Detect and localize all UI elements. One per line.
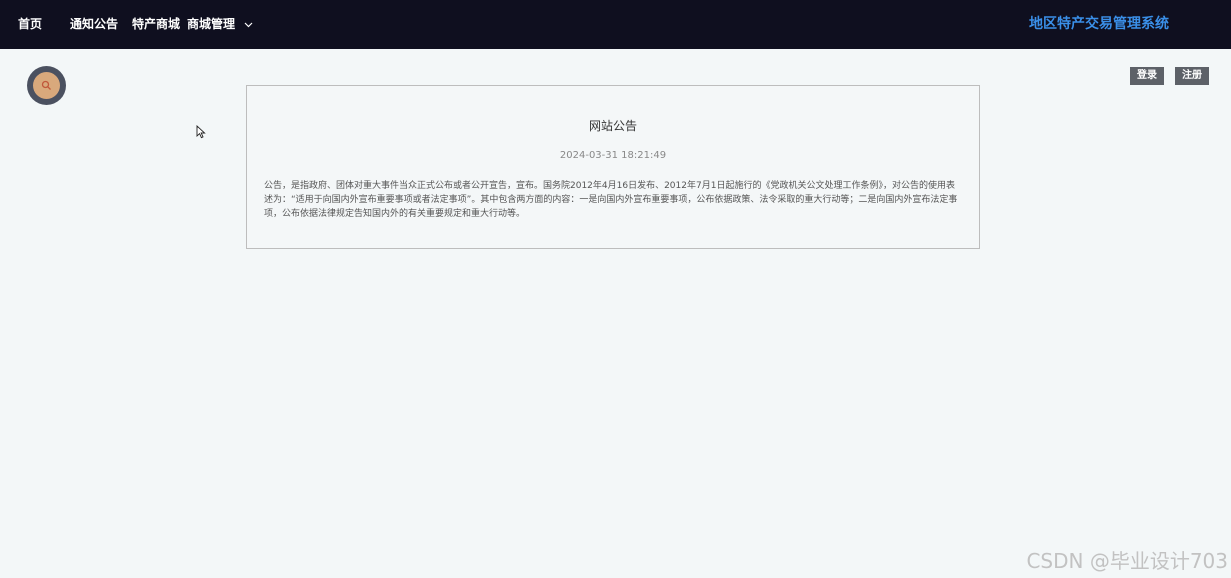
nav-mall-manage-label: 商城管理 [187,17,236,31]
top-navbar: 首页 通知公告 特产商城 商城管理 地区特产交易管理系统 [0,0,1231,49]
nav-mall-manage[interactable]: 商城管理 [187,16,253,32]
nav-mall[interactable]: 特产商城 [132,16,180,32]
nav-home[interactable]: 首页 [18,16,42,32]
mouse-pointer-icon [196,125,206,139]
chevron-down-icon [244,22,253,27]
notice-body: 公告，是指政府、团体对重大事件当众正式公布或者公开宣告，宣布。国务院2012年4… [264,181,958,219]
login-button[interactable]: 登录 [1130,67,1164,85]
avatar-inner [33,72,60,99]
nav-notices[interactable]: 通知公告 [70,16,118,32]
notice-card: 网站公告 2024-03-31 18:21:49 公告，是指政府、团体对重大事件… [246,85,980,249]
avatar[interactable] [27,66,66,105]
register-button[interactable]: 注册 [1175,67,1209,85]
search-icon [41,80,51,90]
watermark: CSDN @毕业设计703 [1026,549,1228,573]
site-brand: 地区特产交易管理系统 [1029,16,1169,32]
notice-time: 2024-03-31 18:21:49 [559,150,667,161]
notice-title: 网站公告 [588,119,637,133]
